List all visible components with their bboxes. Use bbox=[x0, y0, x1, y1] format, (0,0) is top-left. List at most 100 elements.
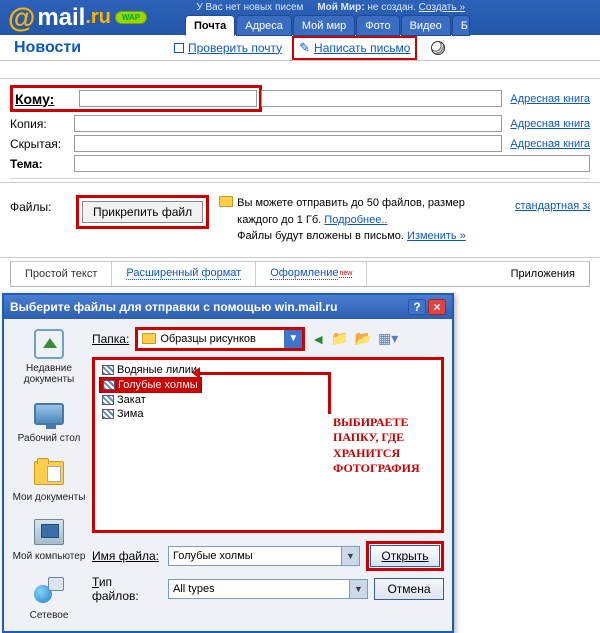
dialog-sidebar: Недавние документы Рабочий стол Мои доку… bbox=[12, 327, 86, 621]
new-badge: new bbox=[339, 270, 352, 278]
image-icon bbox=[102, 409, 114, 419]
app-header: @ mail .ru WAP У Вас нет новых писем Мой… bbox=[0, 0, 600, 35]
annotation-arrow bbox=[200, 372, 328, 375]
image-icon bbox=[102, 365, 114, 375]
attach-button[interactable]: Прикрепить файл bbox=[82, 201, 203, 223]
dialog-body: Недавние документы Рабочий стол Мои доку… bbox=[4, 319, 452, 631]
check-mail-link[interactable]: Проверить почту bbox=[174, 41, 282, 55]
dialog-help-button[interactable]: ? bbox=[408, 299, 426, 315]
to-input[interactable] bbox=[79, 90, 257, 107]
logo-ru: .ru bbox=[85, 6, 111, 29]
header-status: У Вас нет новых писем Мой Мир: не создан… bbox=[196, 2, 465, 13]
address-book-link-2[interactable]: Адресная книга bbox=[510, 118, 590, 130]
dialog-toolbar: ◄ 📁 📂 ▦▾ bbox=[311, 330, 398, 347]
tab-video[interactable]: Видео bbox=[401, 15, 451, 36]
dialog-titlebar[interactable]: Выберите файлы для отправки с помощью wi… bbox=[4, 295, 452, 319]
file-item-2[interactable]: Закат bbox=[99, 393, 202, 407]
chevron-down-icon: ▼ bbox=[341, 547, 359, 565]
tab-design[interactable]: Оформлениеnew bbox=[256, 262, 367, 286]
sidebar-mydocs-label: Мои документы bbox=[13, 492, 86, 503]
tab-rich-text[interactable]: Расширенный формат bbox=[112, 262, 256, 286]
file-list[interactable]: Водяные лилии Голубые холмы Закат Зима В… bbox=[92, 357, 444, 533]
files-row: Файлы: Прикрепить файл Вы можете отправи… bbox=[0, 183, 600, 257]
views-icon[interactable]: ▦▾ bbox=[378, 330, 398, 347]
dialog-title: Выберите файлы для отправки с помощью wi… bbox=[10, 300, 406, 314]
editor-tabs: Простой текст Расширенный формат Оформле… bbox=[10, 261, 590, 287]
subject-label: Тема: bbox=[10, 157, 74, 171]
files-info-text2: Файлы будут вложены в письмо. bbox=[237, 230, 407, 242]
compose-label: Написать письмо bbox=[314, 41, 410, 55]
recent-icon bbox=[34, 329, 64, 359]
mydocs-icon bbox=[34, 461, 64, 485]
open-button[interactable]: Открыть bbox=[370, 545, 440, 567]
pen-icon: ✎ bbox=[299, 40, 310, 56]
chevron-down-icon: ▼ bbox=[349, 580, 367, 598]
annotation-text: ВЫБИРАЕТЕ ПАПКУ, ГДЕ ХРАНИТСЯ ФОТОГРАФИЯ bbox=[333, 415, 433, 477]
filename-input[interactable]: Голубые холмы ▼ bbox=[168, 546, 360, 566]
standard-upload-link[interactable]: стандартная заг bbox=[515, 195, 590, 212]
subject-input[interactable] bbox=[74, 155, 590, 172]
news-heading: Новости bbox=[14, 39, 174, 57]
files-info: Вы можете отправить до 50 файлов, размер… bbox=[219, 195, 505, 245]
cancel-button[interactable]: Отмена bbox=[374, 578, 444, 600]
open-highlight: Открыть bbox=[366, 541, 444, 571]
my-world-label: Мой Мир: bbox=[317, 2, 364, 13]
compose-form: Кому: Адресная книга Копия: Адресная кни… bbox=[0, 79, 600, 183]
logo-mail: mail bbox=[37, 4, 85, 32]
sidebar-mydocs[interactable]: Мои документы bbox=[13, 456, 86, 503]
chevron-down-icon: ▼ bbox=[284, 330, 302, 348]
back-icon[interactable]: ◄ bbox=[311, 331, 325, 347]
address-book-link-1[interactable]: Адресная книга bbox=[510, 93, 590, 105]
files-label: Файлы: bbox=[10, 195, 66, 214]
tab-myworld[interactable]: Мой мир bbox=[293, 15, 355, 36]
folder-combo-value: Образцы рисунков bbox=[160, 333, 284, 345]
my-world-not-created: не создан. bbox=[367, 2, 416, 13]
folder-combo-icon bbox=[142, 333, 156, 344]
files-info-change[interactable]: Изменить » bbox=[407, 230, 466, 242]
hidden-input[interactable] bbox=[74, 135, 502, 152]
dialog-close-button[interactable]: × bbox=[428, 299, 446, 315]
tab-addresses[interactable]: Адреса bbox=[236, 15, 292, 36]
compose-link[interactable]: ✎ Написать письмо bbox=[292, 36, 417, 60]
main-tabs: Почта Адреса Мой мир Фото Видео Б bbox=[185, 15, 471, 36]
sidebar-recent[interactable]: Недавние документы bbox=[12, 327, 86, 385]
file-item-3[interactable]: Зима bbox=[99, 407, 202, 421]
files-info-more[interactable]: Подробнее.. bbox=[324, 214, 387, 226]
file-item-1[interactable]: Голубые холмы bbox=[99, 377, 202, 393]
tab-plain-text[interactable]: Простой текст bbox=[11, 262, 112, 286]
soccer-icon[interactable] bbox=[431, 41, 445, 55]
tab-more[interactable]: Б bbox=[452, 15, 470, 36]
sidebar-mypc[interactable]: Мой компьютер bbox=[13, 515, 86, 562]
image-icon bbox=[103, 380, 115, 390]
desktop-icon bbox=[34, 403, 64, 425]
copy-input[interactable] bbox=[74, 115, 502, 132]
network-icon bbox=[34, 577, 64, 605]
logo-at-icon: @ bbox=[8, 2, 35, 34]
tab-photo[interactable]: Фото bbox=[356, 15, 399, 36]
new-folder-icon[interactable]: 📂 bbox=[355, 330, 372, 347]
create-my-world-link[interactable]: Создать » bbox=[419, 2, 465, 13]
address-book-link-3[interactable]: Адресная книга bbox=[510, 138, 590, 150]
check-mail-label: Проверить почту bbox=[188, 41, 282, 55]
mypc-icon bbox=[34, 519, 64, 545]
spacer bbox=[0, 61, 600, 79]
tab-attachments[interactable]: Приложения bbox=[497, 268, 589, 280]
up-folder-icon[interactable]: 📁 bbox=[331, 330, 348, 347]
sidebar-desktop[interactable]: Рабочий стол bbox=[18, 397, 81, 444]
tab-mail[interactable]: Почта bbox=[185, 15, 235, 36]
to-label: Кому: bbox=[15, 91, 71, 107]
logo[interactable]: @ mail .ru WAP bbox=[8, 2, 147, 34]
sidebar-network[interactable]: Сетевое bbox=[30, 574, 69, 621]
folder-icon bbox=[219, 196, 233, 207]
file-item-0[interactable]: Водяные лилии bbox=[99, 363, 202, 377]
no-new-mail: У Вас нет новых писем bbox=[196, 2, 303, 13]
attach-highlight: Прикрепить файл bbox=[76, 195, 209, 229]
subbar: Новости Проверить почту ✎ Написать письм… bbox=[0, 35, 600, 61]
folder-label: Папка: bbox=[92, 332, 129, 346]
filename-label: Имя файла: bbox=[92, 549, 162, 563]
to-input-ext[interactable] bbox=[261, 90, 502, 107]
sidebar-recent-label: Недавние документы bbox=[12, 363, 86, 385]
dialog-main: Папка: Образцы рисунков ▼ ◄ 📁 📂 ▦▾ Водян… bbox=[92, 327, 444, 621]
copy-label: Копия: bbox=[10, 117, 74, 131]
folder-combo[interactable]: Образцы рисунков ▼ bbox=[135, 327, 305, 351]
